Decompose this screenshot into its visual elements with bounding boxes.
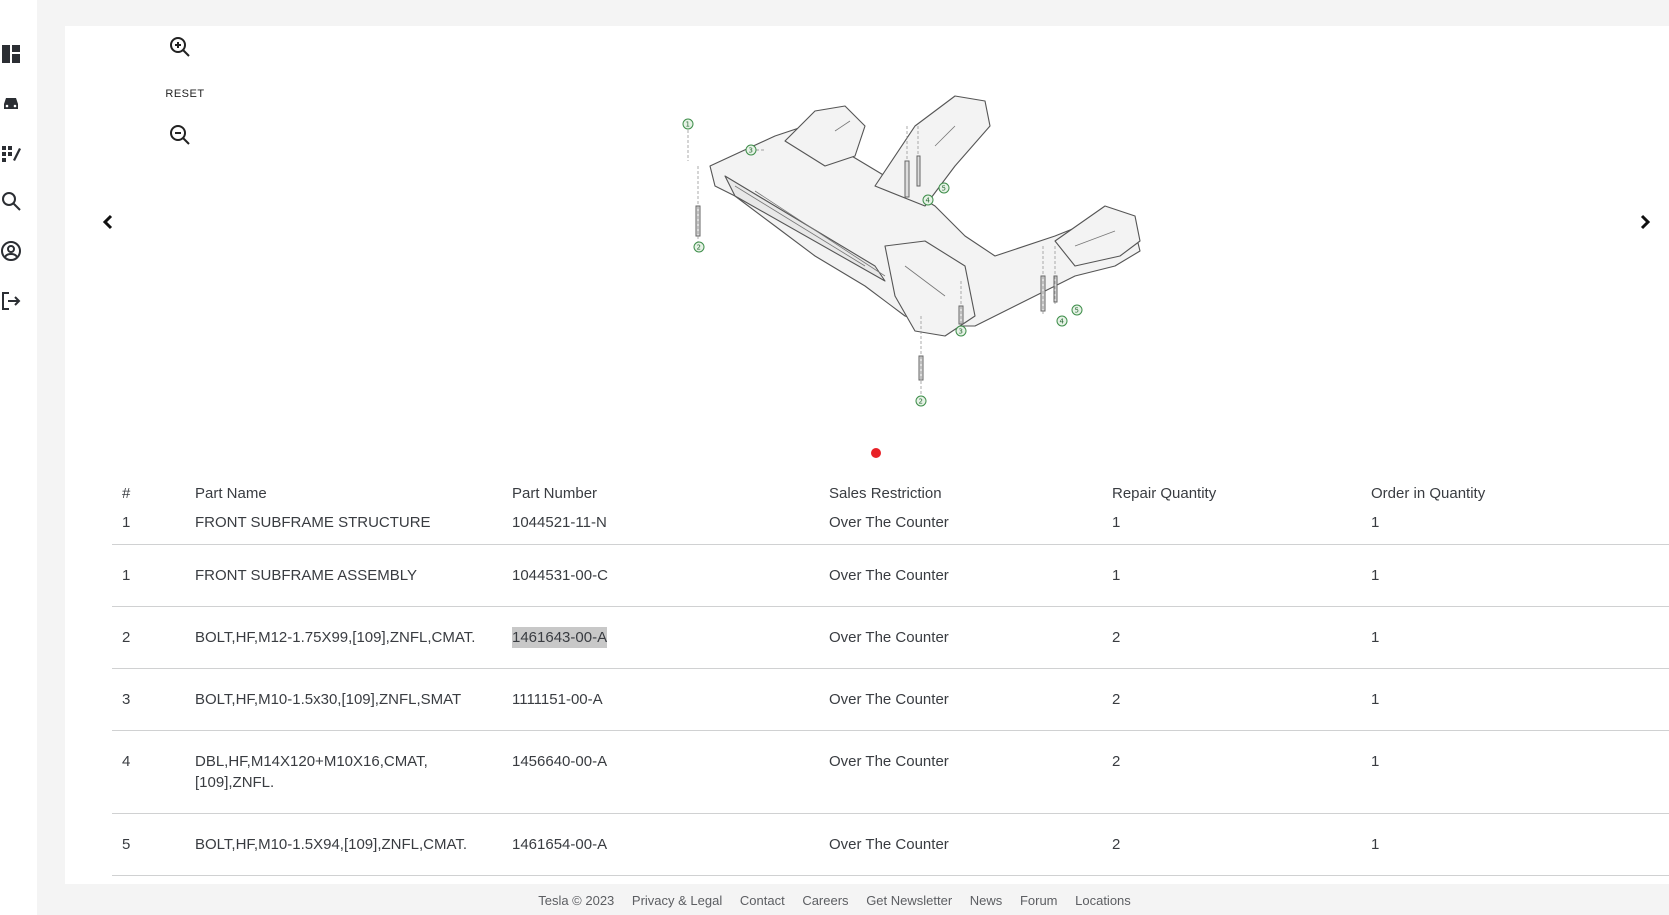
svg-text:3: 3 xyxy=(959,328,963,336)
vehicle-icon[interactable] xyxy=(0,92,22,114)
prev-diagram-chevron-left-icon[interactable] xyxy=(98,212,118,232)
footer-link-careers[interactable]: Careers xyxy=(802,893,848,908)
svg-text:5: 5 xyxy=(1075,307,1079,315)
svg-text:1: 1 xyxy=(686,121,690,129)
table-header: # Part Name Part Number Sales Restrictio… xyxy=(112,476,1669,514)
col-header-part-number[interactable]: Part Number xyxy=(512,485,597,502)
footer-copyright: Tesla © 2023 xyxy=(538,893,615,908)
zoom-out-icon[interactable] xyxy=(169,124,193,148)
sidebar xyxy=(0,0,37,915)
svg-text:2: 2 xyxy=(919,398,923,406)
col-header-order-quantity[interactable]: Order in Quantity xyxy=(1371,485,1485,502)
table-row[interactable]: 3 BOLT,HF,M10-1.5x30,[109],ZNFL,SMAT 111… xyxy=(112,669,1669,731)
subframe-diagram: 1 2 3 4 5 2 3 4 5 xyxy=(682,95,1141,407)
col-header-repair-quantity[interactable]: Repair Quantity xyxy=(1112,485,1216,502)
svg-text:4: 4 xyxy=(1060,318,1065,326)
table-row[interactable]: 5 BOLT,HF,M10-1.5X94,[109],ZNFL,CMAT. 14… xyxy=(112,814,1669,876)
table-row[interactable]: 1 FRONT SUBFRAME ASSEMBLY 1044531-00-C O… xyxy=(112,545,1669,607)
col-header-number: # xyxy=(122,485,131,502)
svg-text:3: 3 xyxy=(749,147,753,155)
footer-link-privacy[interactable]: Privacy & Legal xyxy=(632,893,722,908)
footer-link-contact[interactable]: Contact xyxy=(740,893,785,908)
table-row[interactable]: 2 BOLT,HF,M12-1.75X99,[109],ZNFL,CMAT. 1… xyxy=(112,607,1669,669)
svg-text:5: 5 xyxy=(942,185,946,193)
selected-part-number[interactable]: 1461643-00-A xyxy=(512,627,608,648)
zoom-in-icon[interactable] xyxy=(169,36,193,60)
catalog-icon[interactable] xyxy=(0,142,22,164)
col-header-part-name[interactable]: Part Name xyxy=(195,485,267,502)
footer-link-news[interactable]: News xyxy=(970,893,1003,908)
table-row[interactable]: 4 DBL,HF,M14X120+M10X16,CMAT, [109],ZNFL… xyxy=(112,731,1669,814)
svg-text:2: 2 xyxy=(697,244,701,252)
next-diagram-chevron-right-icon[interactable] xyxy=(1635,212,1655,232)
svg-text:4: 4 xyxy=(926,197,931,205)
logout-icon[interactable] xyxy=(0,290,22,312)
footer-link-locations[interactable]: Locations xyxy=(1075,893,1131,908)
parts-table: # Part Name Part Number Sales Restrictio… xyxy=(112,476,1669,884)
search-icon[interactable] xyxy=(0,190,22,212)
footer-link-newsletter[interactable]: Get Newsletter xyxy=(866,893,952,908)
col-header-sales-restriction[interactable]: Sales Restriction xyxy=(829,485,942,502)
account-icon[interactable] xyxy=(0,240,22,262)
parts-panel: RESET 1 2 3 4 5 2 3 4 5 # Part Name Part… xyxy=(65,26,1669,884)
dashboard-icon[interactable] xyxy=(0,43,22,65)
footer: Tesla © 2023 Privacy & Legal Contact Car… xyxy=(0,893,1669,908)
reset-button[interactable]: RESET xyxy=(150,88,220,100)
carousel-dot-active[interactable] xyxy=(871,448,881,458)
footer-link-forum[interactable]: Forum xyxy=(1020,893,1058,908)
